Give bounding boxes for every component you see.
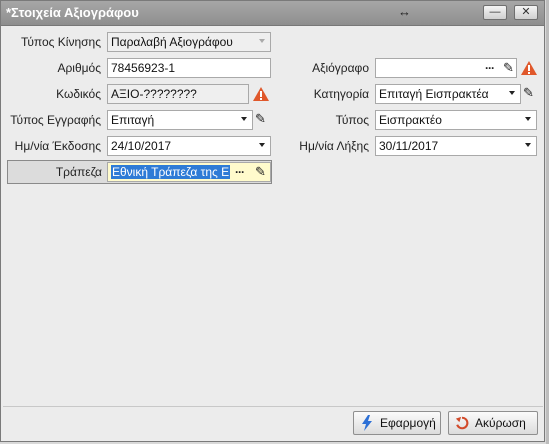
form-area: Τύπος Κίνησης Παραλαβή Αξιογράφου Αριθμό… bbox=[3, 27, 543, 407]
bank-value: Εθνική Τράπεζα της Ε bbox=[111, 165, 231, 179]
number-label: Αριθμός bbox=[57, 61, 101, 75]
category-select[interactable]: Επιταγή Εισπρακτέα bbox=[375, 84, 521, 104]
issue-date-value: 24/10/2017 bbox=[111, 139, 172, 153]
bank-input[interactable]: Εθνική Τράπεζα της Ε bbox=[107, 162, 271, 182]
entry-type-edit-icon[interactable]: ✎ bbox=[255, 111, 266, 127]
cheque-input[interactable] bbox=[375, 58, 517, 78]
issue-date-label: Ημ/νία Έκδοσης bbox=[14, 139, 101, 153]
chevron-down-icon bbox=[259, 39, 265, 43]
category-edit-icon[interactable]: ✎ bbox=[523, 85, 534, 101]
close-button[interactable]: ✕ bbox=[514, 5, 538, 20]
close-icon: ✕ bbox=[521, 6, 531, 18]
cheque-edit-icon[interactable]: ✎ bbox=[503, 60, 514, 76]
type-label: Τύπος bbox=[335, 113, 369, 127]
code-value: ΑΞΙΟ-???????? bbox=[111, 87, 197, 101]
type-select[interactable]: Εισπρακτέο bbox=[375, 110, 537, 130]
chevron-down-icon bbox=[509, 91, 515, 95]
bank-edit-icon[interactable]: ✎ bbox=[255, 164, 266, 180]
footer-divider bbox=[3, 406, 543, 407]
window-title: *Στοιχεία Αξιογράφου bbox=[6, 5, 139, 20]
due-date-picker[interactable]: 30/11/2017 bbox=[375, 136, 537, 156]
movement-type-select[interactable]: Παραλαβή Αξιογράφου bbox=[107, 32, 271, 52]
resize-icon[interactable]: ↔ bbox=[398, 4, 411, 19]
undo-icon bbox=[455, 416, 469, 430]
code-input[interactable]: ΑΞΙΟ-???????? bbox=[107, 84, 249, 104]
chevron-down-icon bbox=[525, 143, 531, 147]
apply-button[interactable]: Εφαρμογή bbox=[353, 411, 441, 435]
title-bar[interactable]: *Στοιχεία Αξιογράφου ↔ — ✕ bbox=[1, 1, 544, 26]
chevron-down-icon bbox=[525, 117, 531, 121]
number-value: 78456923-1 bbox=[111, 61, 176, 75]
minimize-button[interactable]: — bbox=[483, 5, 507, 20]
category-value: Επιταγή Εισπρακτέα bbox=[379, 87, 489, 101]
minimize-icon: — bbox=[489, 6, 501, 18]
entry-type-value: Επιταγή bbox=[111, 113, 155, 127]
lightning-icon bbox=[362, 415, 372, 431]
cheque-label: Αξιόγραφο bbox=[312, 61, 369, 75]
due-date-value: 30/11/2017 bbox=[379, 139, 439, 153]
movement-type-label: Τύπος Κίνησης bbox=[21, 35, 101, 49]
chevron-down-icon bbox=[241, 117, 247, 121]
cancel-button[interactable]: Ακύρωση bbox=[448, 411, 538, 435]
code-warning-icon bbox=[253, 87, 269, 101]
entry-type-label: Τύπος Εγγραφής bbox=[10, 113, 101, 127]
movement-type-value: Παραλαβή Αξιογράφου bbox=[111, 35, 233, 49]
category-label: Κατηγορία bbox=[313, 87, 369, 101]
entry-type-select[interactable]: Επιταγή bbox=[107, 110, 253, 130]
apply-label: Εφαρμογή bbox=[380, 416, 436, 430]
cheque-browse-icon[interactable]: ··· bbox=[485, 60, 495, 76]
code-label: Κωδικός bbox=[56, 87, 101, 101]
cheque-warning-icon bbox=[521, 61, 537, 75]
bank-label: Τράπεζα bbox=[55, 165, 102, 179]
cancel-label: Ακύρωση bbox=[475, 416, 526, 430]
chevron-down-icon bbox=[259, 143, 265, 147]
due-date-label: Ημ/νία Λήξης bbox=[299, 139, 369, 153]
issue-date-picker[interactable]: 24/10/2017 bbox=[107, 136, 271, 156]
number-input[interactable]: 78456923-1 bbox=[107, 58, 271, 78]
dialog-window: *Στοιχεία Αξιογράφου ↔ — ✕ Τύπος Κίνησης… bbox=[0, 0, 545, 442]
bank-browse-icon[interactable]: ··· bbox=[235, 164, 245, 180]
type-value: Εισπρακτέο bbox=[379, 113, 442, 127]
